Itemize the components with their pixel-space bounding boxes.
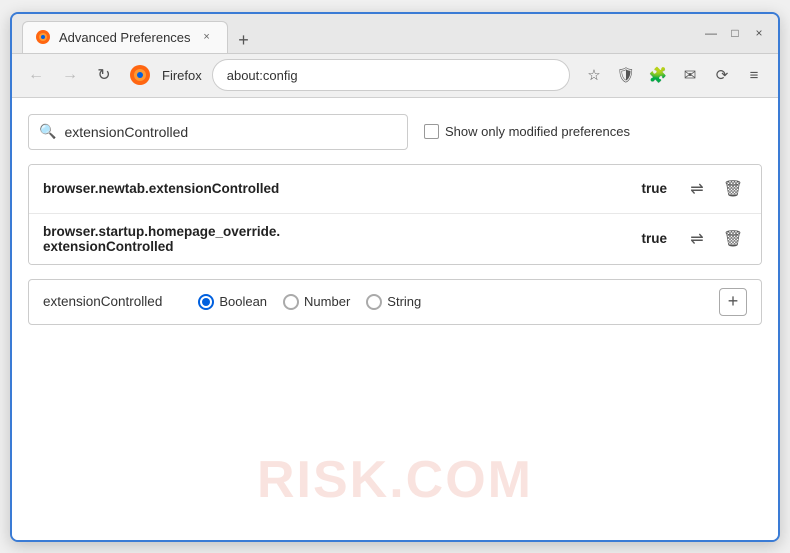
toggle-icon: ⇌ (690, 179, 703, 199)
delete-icon: 🗑 (723, 229, 743, 249)
new-tab-button[interactable]: + (232, 29, 256, 53)
menu-icon: ≡ (750, 67, 759, 84)
watermark: RISK.COM (257, 450, 533, 510)
new-pref-name: extensionControlled (43, 294, 162, 309)
results-table: browser.newtab.extensionControlled true … (28, 164, 762, 265)
show-modified-label: Show only modified preferences (445, 124, 630, 139)
browser-window: Advanced Preferences × + — □ × ← → ↻ (10, 12, 780, 542)
reload-icon: ↻ (97, 65, 110, 85)
toggle-icon: ⇌ (690, 229, 703, 249)
search-icon: 🔍 (39, 123, 56, 140)
delete-icon: 🗑 (723, 179, 743, 199)
radio-option-boolean[interactable]: Boolean (198, 294, 267, 310)
nav-icons-group: ☆ 🛡 🧩 ✉ ⟳ ≡ (580, 61, 768, 89)
bookmark-icon: ☆ (587, 66, 600, 84)
url-bar[interactable]: about:config (212, 59, 570, 91)
shield-button[interactable]: 🛡 (612, 61, 640, 89)
back-icon: ← (28, 66, 44, 84)
radio-label-string: String (387, 294, 421, 309)
menu-button[interactable]: ≡ (740, 61, 768, 89)
toggle-button-2[interactable]: ⇌ (683, 225, 711, 253)
extension-icon: 🧩 (649, 66, 668, 84)
firefox-brand-label: Firefox (162, 68, 202, 83)
search-box[interactable]: 🔍 (28, 114, 408, 150)
row-actions-1: ⇌ 🗑 (683, 175, 747, 203)
table-row: browser.newtab.extensionControlled true … (29, 165, 761, 214)
search-input[interactable] (64, 124, 397, 140)
title-bar: Advanced Preferences × + — □ × (12, 14, 778, 54)
pref-value-1: true (641, 181, 667, 196)
firefox-logo (128, 63, 152, 87)
window-close-button[interactable]: × (750, 24, 768, 42)
delete-button-1[interactable]: 🗑 (719, 175, 747, 203)
show-modified-checkbox[interactable] (424, 124, 439, 139)
radio-label-number: Number (304, 294, 350, 309)
minimize-button[interactable]: — (702, 24, 720, 42)
radio-circle-boolean (198, 294, 214, 310)
show-modified-area: Show only modified preferences (424, 124, 630, 139)
back-button[interactable]: ← (22, 61, 50, 89)
pref-name-2: browser.startup.homepage_override.extens… (43, 224, 633, 254)
add-preference-button[interactable]: + (719, 288, 747, 316)
radio-label-boolean: Boolean (219, 294, 267, 309)
mail-button[interactable]: ✉ (676, 61, 704, 89)
content-area: 🔍 Show only modified preferences browser… (12, 98, 778, 540)
mail-icon: ✉ (684, 66, 697, 84)
navigation-bar: ← → ↻ Firefox about:config ☆ 🛡 (12, 54, 778, 98)
search-row: 🔍 Show only modified preferences (28, 114, 762, 150)
forward-icon: → (62, 66, 78, 84)
bookmark-button[interactable]: ☆ (580, 61, 608, 89)
maximize-button[interactable]: □ (726, 24, 744, 42)
reload-button[interactable]: ↻ (90, 61, 118, 89)
account-button[interactable]: ⟳ (708, 61, 736, 89)
tab-close-button[interactable]: × (199, 29, 215, 45)
row-actions-2: ⇌ 🗑 (683, 225, 747, 253)
radio-option-string[interactable]: String (366, 294, 421, 310)
forward-button[interactable]: → (56, 61, 84, 89)
account-icon: ⟳ (716, 66, 729, 84)
radio-circle-string (366, 294, 382, 310)
pref-name-1: browser.newtab.extensionControlled (43, 181, 633, 196)
url-text: about:config (227, 68, 298, 83)
tab-area: Advanced Preferences × + (22, 14, 702, 53)
delete-button-2[interactable]: 🗑 (719, 225, 747, 253)
window-controls: — □ × (702, 24, 768, 42)
active-tab[interactable]: Advanced Preferences × (22, 21, 228, 53)
pref-value-2: true (641, 231, 667, 246)
table-row: browser.startup.homepage_override.extens… (29, 214, 761, 264)
radio-circle-number (283, 294, 299, 310)
shield-icon: 🛡 (616, 66, 635, 84)
toggle-button-1[interactable]: ⇌ (683, 175, 711, 203)
tab-title: Advanced Preferences (59, 30, 191, 45)
tab-favicon (35, 29, 51, 45)
extension-button[interactable]: 🧩 (644, 61, 672, 89)
new-preference-row: extensionControlled Boolean Number Strin… (28, 279, 762, 325)
type-radio-group: Boolean Number String (198, 294, 703, 310)
radio-option-number[interactable]: Number (283, 294, 350, 310)
